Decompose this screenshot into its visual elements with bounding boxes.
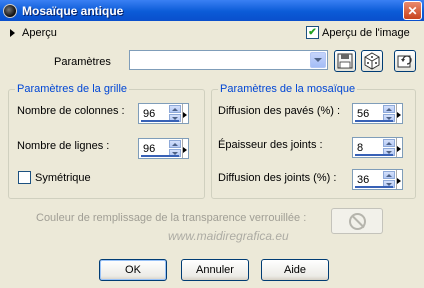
value-bar	[141, 120, 179, 122]
checkbox-box[interactable]	[18, 171, 31, 184]
spin-up-icon[interactable]	[383, 139, 395, 147]
app-icon	[3, 3, 17, 18]
image-preview-label: Aperçu de l'image	[322, 26, 410, 39]
close-button[interactable]: ✕	[403, 1, 422, 20]
slider-popout-icon[interactable]	[396, 138, 402, 157]
grout-diffusion-label: Diffusion des joints (%) :	[218, 172, 337, 184]
disabled-circle-icon	[348, 212, 366, 230]
reset-defaults-button[interactable]	[394, 50, 416, 72]
columns-label: Nombre de colonnes :	[17, 105, 125, 117]
spin-up-icon[interactable]	[169, 105, 181, 113]
slider-popout-icon[interactable]	[182, 139, 188, 158]
tile-diffusion-value[interactable]: 56	[357, 108, 369, 120]
reset-icon	[397, 55, 412, 68]
spin-up-icon[interactable]	[169, 140, 181, 148]
rows-label: Nombre de lignes :	[17, 140, 110, 152]
dice-icon	[364, 52, 380, 70]
symmetric-checkbox[interactable]: Symétrique	[18, 171, 91, 184]
slider-popout-icon[interactable]	[396, 104, 402, 123]
help-button[interactable]: Aide	[261, 259, 329, 281]
rows-stepper[interactable]: 96	[138, 138, 189, 159]
presets-label: Paramètres	[54, 56, 111, 68]
slider-popout-icon[interactable]	[396, 170, 402, 189]
cancel-button[interactable]: Annuler	[181, 259, 249, 281]
preview-toggle[interactable]: Aperçu	[10, 27, 57, 39]
value-bar	[355, 120, 393, 122]
spin-up-icon[interactable]	[383, 171, 395, 179]
value-bar	[355, 186, 393, 188]
grout-diffusion-stepper[interactable]: 36	[352, 169, 403, 190]
slider-popout-icon[interactable]	[182, 104, 188, 123]
presets-dropdown[interactable]	[129, 50, 328, 70]
grid-settings-title: Paramètres de la grille	[15, 83, 130, 95]
window-title: Mosaïque antique	[22, 3, 124, 18]
save-preset-button[interactable]	[334, 50, 356, 72]
columns-stepper[interactable]: 96	[138, 103, 189, 124]
grout-thickness-value[interactable]: 8	[357, 142, 363, 154]
randomize-button[interactable]	[361, 50, 383, 72]
checkmark-icon[interactable]: ✔	[306, 26, 319, 39]
floppy-disk-icon	[337, 53, 353, 69]
expand-arrow-icon	[10, 29, 15, 37]
value-bar	[141, 155, 179, 157]
value-bar	[355, 154, 393, 156]
grout-thickness-label: Épaisseur des joints :	[218, 139, 323, 151]
symmetric-label: Symétrique	[35, 171, 91, 184]
title-bar: Mosaïque antique ✕	[0, 0, 424, 21]
grout-thickness-stepper[interactable]: 8	[352, 137, 403, 158]
fill-color-button[interactable]	[331, 208, 383, 234]
rows-value[interactable]: 96	[143, 143, 155, 155]
tile-diffusion-stepper[interactable]: 56	[352, 103, 403, 124]
mosaic-settings-title: Paramètres de la mosaïque	[218, 83, 358, 95]
dropdown-button[interactable]	[310, 52, 326, 68]
columns-value[interactable]: 96	[143, 108, 155, 120]
watermark: www.maidiregrafica.eu	[168, 229, 289, 243]
tile-diffusion-label: Diffusion des pavés (%) :	[218, 105, 341, 117]
ok-button[interactable]: OK	[99, 259, 167, 281]
fill-color-label: Couleur de remplissage de la transparenc…	[36, 212, 307, 224]
preview-toggle-label: Aperçu	[22, 27, 57, 39]
image-preview-checkbox[interactable]: ✔ Aperçu de l'image	[306, 26, 410, 39]
spin-up-icon[interactable]	[383, 105, 395, 113]
grout-diffusion-value[interactable]: 36	[357, 174, 369, 186]
chevron-down-icon	[314, 58, 322, 62]
